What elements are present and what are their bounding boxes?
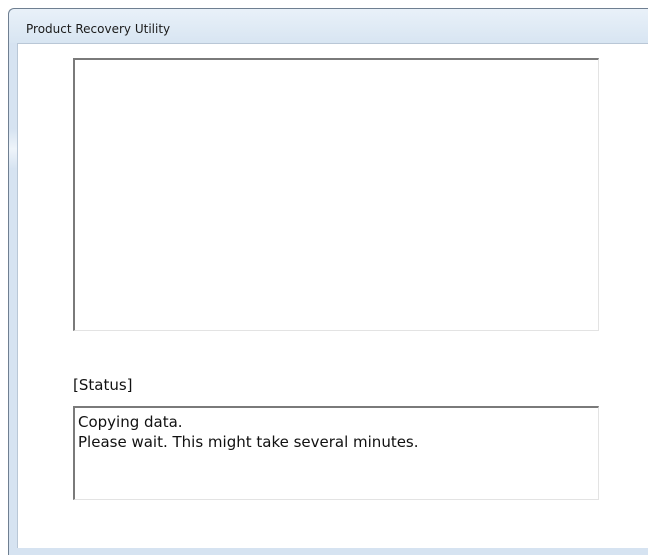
window-title: Product Recovery Utility: [26, 22, 171, 36]
image-panel: [73, 58, 599, 331]
window-content: [Status] Copying data. Please wait. This…: [17, 43, 648, 548]
status-textbox: Copying data. Please wait. This might ta…: [73, 406, 599, 500]
status-label: [Status]: [73, 376, 133, 394]
status-line-copying: Copying data.: [78, 413, 183, 431]
recovery-window: Product Recovery Utility [Status] Copyin…: [8, 8, 648, 555]
status-line-wait: Please wait. This might take several min…: [78, 433, 419, 451]
title-bar[interactable]: Product Recovery Utility: [9, 9, 648, 43]
window-frame-edge: [9, 129, 17, 169]
